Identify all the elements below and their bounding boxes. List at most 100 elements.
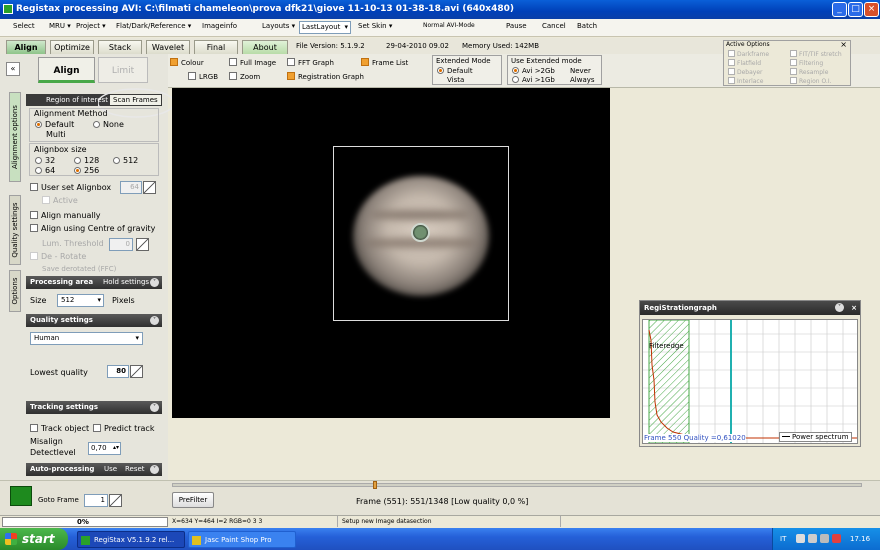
use-extended-group: Use Extended mode Avi >2Gb Avi >1Gb Neve…: [507, 55, 602, 85]
auto-use-button[interactable]: Use: [104, 463, 117, 476]
align-cog-checkbox[interactable]: Align using Centre of gravity: [30, 224, 155, 233]
always-radio[interactable]: Always: [570, 75, 595, 85]
task-paintshop[interactable]: Jasc Paint Shop Pro: [188, 531, 296, 548]
method-multi-radio[interactable]: Multi: [46, 130, 66, 139]
tray-icon[interactable]: [820, 534, 829, 543]
collapse-icon[interactable]: ˅: [150, 278, 159, 287]
colour-checkbox[interactable]: Colour: [170, 58, 204, 68]
layout-select[interactable]: LastLayout ▾: [299, 21, 351, 34]
collapse-panel-button[interactable]: «: [6, 62, 20, 76]
menu-batch[interactable]: Batch: [577, 22, 597, 30]
frame-list-checkbox[interactable]: Frame List: [361, 58, 408, 68]
quality-method-select[interactable]: Human ▾: [30, 332, 143, 345]
method-none-radio[interactable]: None: [93, 120, 124, 129]
derotate-checkbox[interactable]: De - Rotate: [30, 252, 86, 261]
start-button[interactable]: start: [0, 528, 68, 550]
vtab-options[interactable]: Options: [9, 270, 21, 312]
goto-frame-spinner[interactable]: [109, 494, 122, 507]
goto-frame-input[interactable]: 1: [84, 494, 108, 507]
fft-graph-checkbox[interactable]: FFT Graph: [287, 58, 334, 68]
user-alignbox-checkbox[interactable]: User set Alignbox: [30, 183, 111, 192]
alignment-point-marker[interactable]: [411, 223, 430, 242]
align-manually-label: Align manually: [41, 211, 101, 220]
lum-threshold-input[interactable]: 0: [109, 238, 133, 251]
size-64-radio[interactable]: 64: [35, 166, 55, 175]
size-select[interactable]: 512 ▾: [57, 294, 104, 307]
active-checkbox[interactable]: Active: [42, 196, 78, 205]
vtab-quality-settings[interactable]: Quality settings: [9, 195, 21, 265]
collapse-icon[interactable]: ˅: [150, 403, 159, 412]
ext-vista-radio[interactable]: Vista: [447, 75, 464, 85]
limit-subtab[interactable]: Limit: [98, 57, 148, 83]
registax-icon: [81, 536, 90, 545]
user-alignbox-spinner[interactable]: [143, 181, 156, 194]
collapse-icon[interactable]: ˅: [835, 303, 844, 312]
menu-pause[interactable]: Pause: [506, 22, 527, 30]
prefilter-button[interactable]: PreFilter: [172, 492, 214, 508]
menu-set-skin[interactable]: Set Skin ▾: [358, 22, 392, 30]
task-registax[interactable]: RegiStax V5.1.9.2 rel...: [77, 531, 185, 548]
user-alignbox-input[interactable]: 64: [120, 181, 142, 194]
frame-slider-handle[interactable]: [373, 481, 377, 489]
filteredge-region[interactable]: [648, 320, 690, 443]
close-button[interactable]: ×: [864, 2, 879, 17]
misalign-input[interactable]: 0,70 ▴▾: [88, 442, 121, 455]
auto-reset-button[interactable]: Reset: [125, 463, 145, 476]
minimize-button[interactable]: _: [832, 2, 847, 17]
save-derotated-checkbox[interactable]: Save derotated (FFC): [42, 265, 116, 273]
tracking-settings-header[interactable]: Tracking settings ˅: [26, 401, 162, 414]
menu-project[interactable]: Project ▾: [76, 22, 106, 30]
spinner-arrows-icon[interactable]: ▴▾: [113, 442, 119, 453]
tab-final[interactable]: Final: [194, 40, 238, 54]
tray-icon[interactable]: [832, 534, 841, 543]
maximize-button[interactable]: □: [848, 2, 863, 17]
track-object-checkbox[interactable]: Track object: [30, 424, 89, 433]
tab-about[interactable]: About: [242, 40, 288, 54]
file-version: File Version: 5.1.9.2: [296, 42, 365, 50]
lrgb-checkbox[interactable]: LRGB: [188, 72, 218, 82]
auto-processing-header[interactable]: Auto-processing Use Reset ˅: [26, 463, 162, 476]
align-subtab[interactable]: Align: [38, 57, 95, 83]
clock[interactable]: 17.16: [850, 535, 870, 543]
build-date: 29-04-2010 09.02: [386, 42, 449, 50]
lum-threshold-spinner[interactable]: [136, 238, 149, 251]
lowest-quality-spinner[interactable]: [130, 365, 143, 378]
tab-stack[interactable]: Stack: [98, 40, 142, 54]
processing-area-header[interactable]: Processing area Hold settings ˅: [26, 276, 162, 289]
collapse-icon[interactable]: ˅: [150, 465, 159, 474]
menu-layouts[interactable]: Layouts ▾: [262, 22, 295, 30]
collapse-icon[interactable]: ˅: [150, 316, 159, 325]
full-image-checkbox[interactable]: Full Image: [229, 58, 276, 68]
close-icon[interactable]: ×: [851, 301, 857, 315]
size-32-radio[interactable]: 32: [35, 156, 55, 165]
quality-settings-header[interactable]: Quality settings ˅: [26, 314, 162, 327]
tab-align[interactable]: Align: [6, 40, 46, 54]
align-manually-checkbox[interactable]: Align manually: [30, 211, 101, 220]
registration-graph-checkbox[interactable]: Registration Graph: [287, 72, 364, 82]
tab-wavelet[interactable]: Wavelet: [146, 40, 190, 54]
menu-flat-dark-reference[interactable]: Flat/Dark/Reference ▾: [116, 22, 191, 30]
zoom-checkbox[interactable]: Zoom: [229, 72, 260, 82]
active-debayer-label: Debayer: [737, 69, 763, 76]
color-indicator-button[interactable]: [10, 486, 32, 506]
vtab-alignment-options[interactable]: Alignment options: [9, 92, 21, 182]
method-default-radio[interactable]: Default: [35, 120, 74, 129]
language-indicator[interactable]: IT: [780, 535, 786, 543]
menu-cancel[interactable]: Cancel: [542, 22, 566, 30]
hold-settings-button[interactable]: Hold settings: [103, 276, 149, 289]
close-icon[interactable]: ×: [840, 40, 847, 49]
lowest-quality-input[interactable]: 80: [107, 365, 129, 378]
menu-avi-mode[interactable]: Normal AVI-Mode: [423, 22, 475, 29]
size-512-radio[interactable]: 512: [113, 156, 138, 165]
avi-gt1-radio[interactable]: Avi >1Gb: [512, 75, 555, 85]
menu-imageinfo[interactable]: Imageinfo: [202, 22, 237, 30]
menu-select[interactable]: Select: [13, 22, 35, 30]
size-256-radio[interactable]: 256: [74, 166, 99, 175]
predict-track-checkbox[interactable]: Predict track: [93, 424, 154, 433]
tray-icon[interactable]: [796, 534, 805, 543]
tab-optimize[interactable]: Optimize: [50, 40, 94, 54]
size-128-radio[interactable]: 128: [74, 156, 99, 165]
frame-slider-track[interactable]: [172, 483, 862, 487]
menu-mru[interactable]: MRU ▾: [49, 22, 71, 30]
tray-icon[interactable]: [808, 534, 817, 543]
